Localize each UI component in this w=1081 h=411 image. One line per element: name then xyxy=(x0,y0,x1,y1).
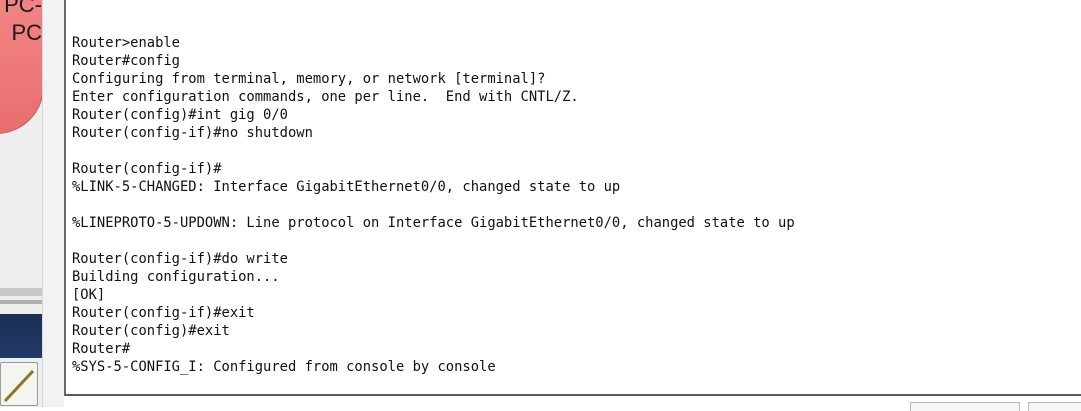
workspace-divider xyxy=(0,288,42,296)
terminal-line: Router# xyxy=(72,341,131,357)
cli-terminal[interactable]: Router>enable Router#config Configuring fr… xyxy=(64,0,1081,396)
terminal-line: Router(config-if)#exit xyxy=(72,305,255,321)
terminal-line: Building configuration... xyxy=(72,269,280,285)
terminal-line: Router(config)#exit xyxy=(72,323,230,339)
terminal-line: %LINK-5-CHANGED: Interface GigabitEthern… xyxy=(72,179,621,195)
terminal-line: Router>enable xyxy=(72,35,180,51)
panel-separator xyxy=(42,0,64,407)
terminal-output: Router>enable Router#config Configuring fr… xyxy=(72,34,795,376)
terminal-line: %SYS-5-CONFIG_I: Configured from console… xyxy=(72,359,496,375)
cable-tool-button[interactable] xyxy=(0,362,38,406)
terminal-line: [OK] xyxy=(72,287,106,303)
terminal-line: Router(config-if)#no shutdown xyxy=(72,125,313,141)
terminal-line: Enter configuration commands, one per li… xyxy=(72,89,579,105)
terminal-line: %LINEPROTO-5-UPDOWN: Line protocol on In… xyxy=(72,215,795,231)
workspace-panel: PC- PC xyxy=(0,0,42,407)
terminal-line: Router(config-if)# xyxy=(72,161,222,177)
pc-device-label-line1: PC- xyxy=(4,0,42,17)
terminal-line: Router(config-if)#do write xyxy=(72,251,288,267)
workspace-divider-line xyxy=(0,300,42,304)
terminal-line: Configuring from terminal, memory, or ne… xyxy=(72,71,546,87)
pc-device-label-line2: PC xyxy=(11,20,42,45)
device-category-panel[interactable] xyxy=(0,314,42,358)
terminal-line: Router#config xyxy=(72,53,180,69)
terminal-line: Router(config)#int gig 0/0 xyxy=(72,107,288,123)
cable-icon xyxy=(3,369,35,403)
